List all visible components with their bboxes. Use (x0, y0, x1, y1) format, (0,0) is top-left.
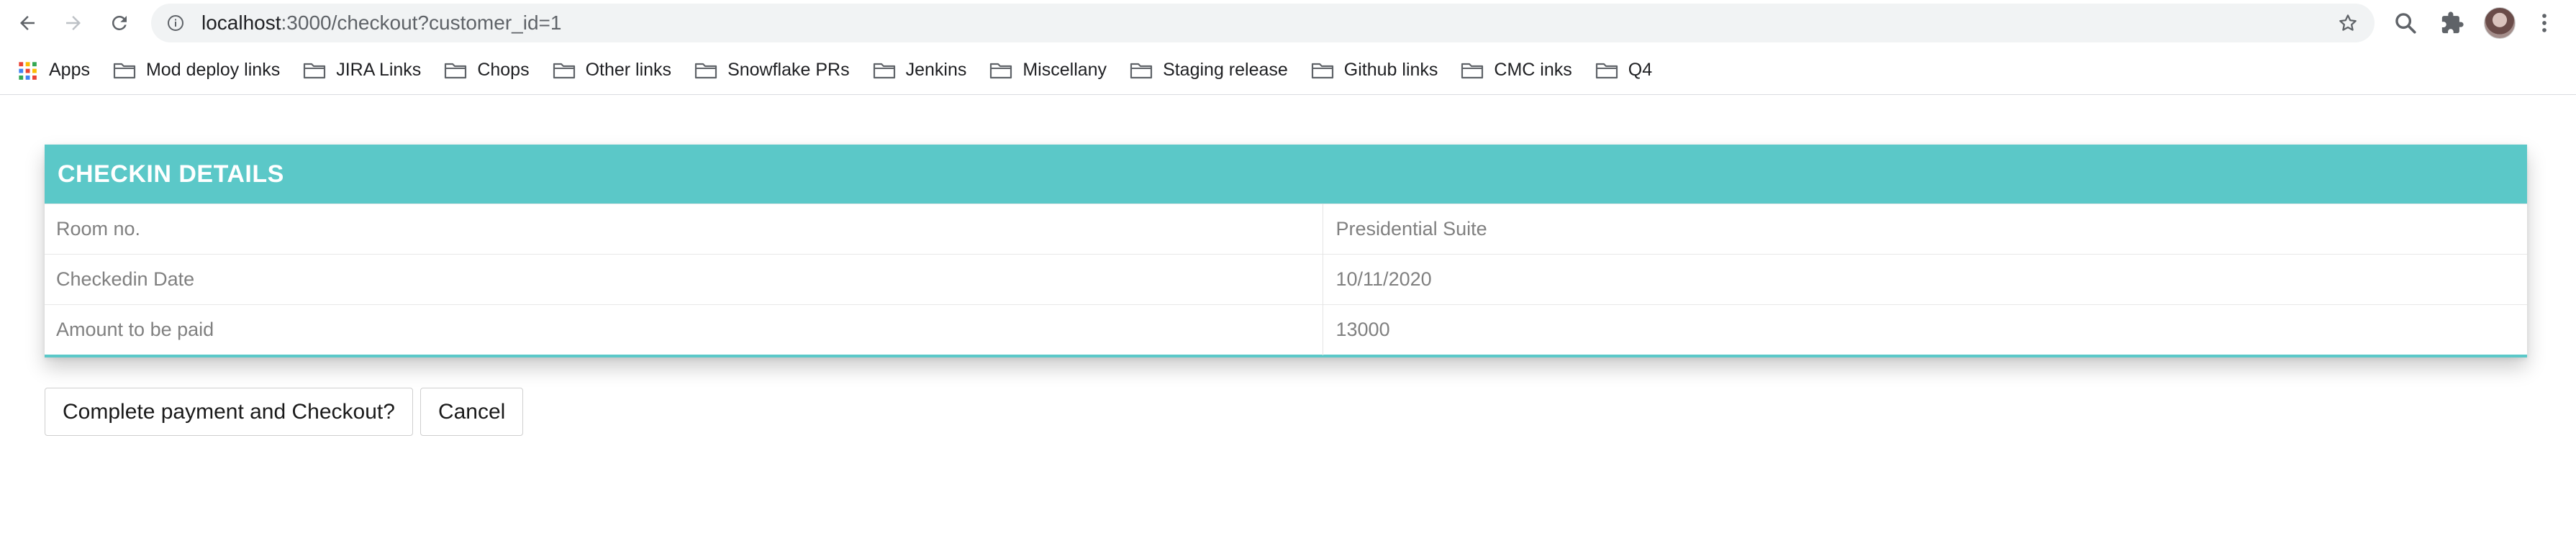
folder-icon (873, 60, 896, 81)
bookmark-label: CMC inks (1494, 60, 1572, 80)
folder-icon (553, 60, 576, 81)
folder-icon (303, 60, 326, 81)
apps-grid-icon (16, 60, 39, 81)
browser-toolbar: localhost:3000/checkout?customer_id=1 (0, 0, 2576, 46)
bookmark-item[interactable]: Q4 (1595, 55, 1659, 86)
bookmark-label: Staging release (1163, 60, 1288, 80)
room-label: Room no. (45, 204, 1323, 255)
extensions-puzzle-icon[interactable] (2439, 10, 2465, 36)
back-button[interactable] (10, 6, 45, 40)
amount-value: 13000 (1323, 304, 2527, 355)
bookmark-item[interactable]: Mod deploy links (113, 55, 287, 86)
amount-label: Amount to be paid (45, 304, 1323, 355)
bookmark-label: Apps (49, 60, 90, 80)
table-row: Room no. Presidential Suite (45, 204, 2527, 255)
url-text[interactable]: localhost:3000/checkout?customer_id=1 (201, 4, 561, 42)
checkin-date-value: 10/11/2020 (1323, 254, 2527, 305)
bookmark-item[interactable]: CMC inks (1461, 55, 1579, 86)
room-value: Presidential Suite (1323, 204, 2527, 255)
bookmark-label: Mod deploy links (145, 60, 281, 80)
page-content: CHECKIN DETAILS Room no. Presidential Su… (0, 96, 2576, 538)
bookmark-star-icon[interactable] (2337, 12, 2359, 34)
checkin-details-table: Room no. Presidential Suite Checkedin Da… (45, 204, 2527, 355)
bookmark-item[interactable]: JIRA Links (303, 55, 428, 86)
back-arrow-icon (20, 16, 35, 30)
folder-icon (1130, 60, 1153, 81)
bookmark-label: JIRA Links (336, 60, 422, 80)
url-host: localhost (201, 12, 281, 34)
bookmark-item[interactable]: Github links (1311, 55, 1446, 86)
table-row: Checkedin Date 10/11/2020 (45, 254, 2527, 305)
folder-icon (1311, 60, 1334, 81)
bookmark-item[interactable]: Chops (444, 55, 536, 86)
folder-icon (1595, 60, 1618, 81)
search-icon[interactable] (2393, 10, 2418, 36)
card-header: CHECKIN DETAILS (45, 145, 2527, 204)
bookmark-label: Chops (477, 60, 530, 80)
bookmark-item[interactable]: Snowflake PRs (694, 55, 857, 86)
table-row: Amount to be paid 13000 (45, 304, 2527, 355)
card-title: CHECKIN DETAILS (58, 160, 284, 188)
bookmark-label: Miscellany (1022, 60, 1107, 80)
folder-icon (989, 60, 1012, 81)
site-info-icon[interactable] (167, 14, 184, 32)
forward-arrow-icon (66, 16, 81, 30)
bookmark-item[interactable]: Other links (553, 55, 679, 86)
bookmark-item[interactable]: Jenkins (873, 55, 974, 86)
forward-button[interactable] (56, 6, 91, 40)
reload-icon (112, 15, 127, 30)
complete-payment-checkout-button[interactable]: Complete payment and Checkout? (45, 388, 413, 436)
folder-icon (113, 60, 136, 81)
bookmark-item[interactable]: Apps (16, 55, 97, 86)
bookmark-label: Snowflake PRs (727, 60, 850, 80)
folder-icon (1461, 60, 1484, 81)
checkin-date-label: Checkedin Date (45, 254, 1323, 305)
cancel-button[interactable]: Cancel (419, 388, 524, 436)
bookmark-label: Jenkins (905, 60, 967, 80)
bookmark-label: Q4 (1628, 60, 1653, 80)
menu-kebab-icon[interactable] (2531, 10, 2557, 36)
checkin-details-card: CHECKIN DETAILS Room no. Presidential Su… (45, 145, 2527, 357)
action-buttons: Complete payment and Checkout? Cancel (45, 388, 524, 436)
reload-button[interactable] (102, 6, 137, 40)
bookmark-item[interactable]: Staging release (1130, 55, 1295, 86)
bookmarks-bar: Apps Mod deploy links JIRA Links Chops Other… (0, 46, 2576, 95)
profile-avatar[interactable] (2484, 7, 2516, 39)
folder-icon (694, 60, 717, 81)
folder-icon (444, 60, 467, 81)
bookmark-item[interactable]: Miscellany (989, 55, 1114, 86)
url-path: :3000/checkout?customer_id=1 (281, 12, 562, 34)
bookmark-label: Other links (585, 60, 672, 80)
bookmark-label: Github links (1343, 60, 1438, 80)
address-bar[interactable]: localhost:3000/checkout?customer_id=1 (151, 4, 2375, 42)
